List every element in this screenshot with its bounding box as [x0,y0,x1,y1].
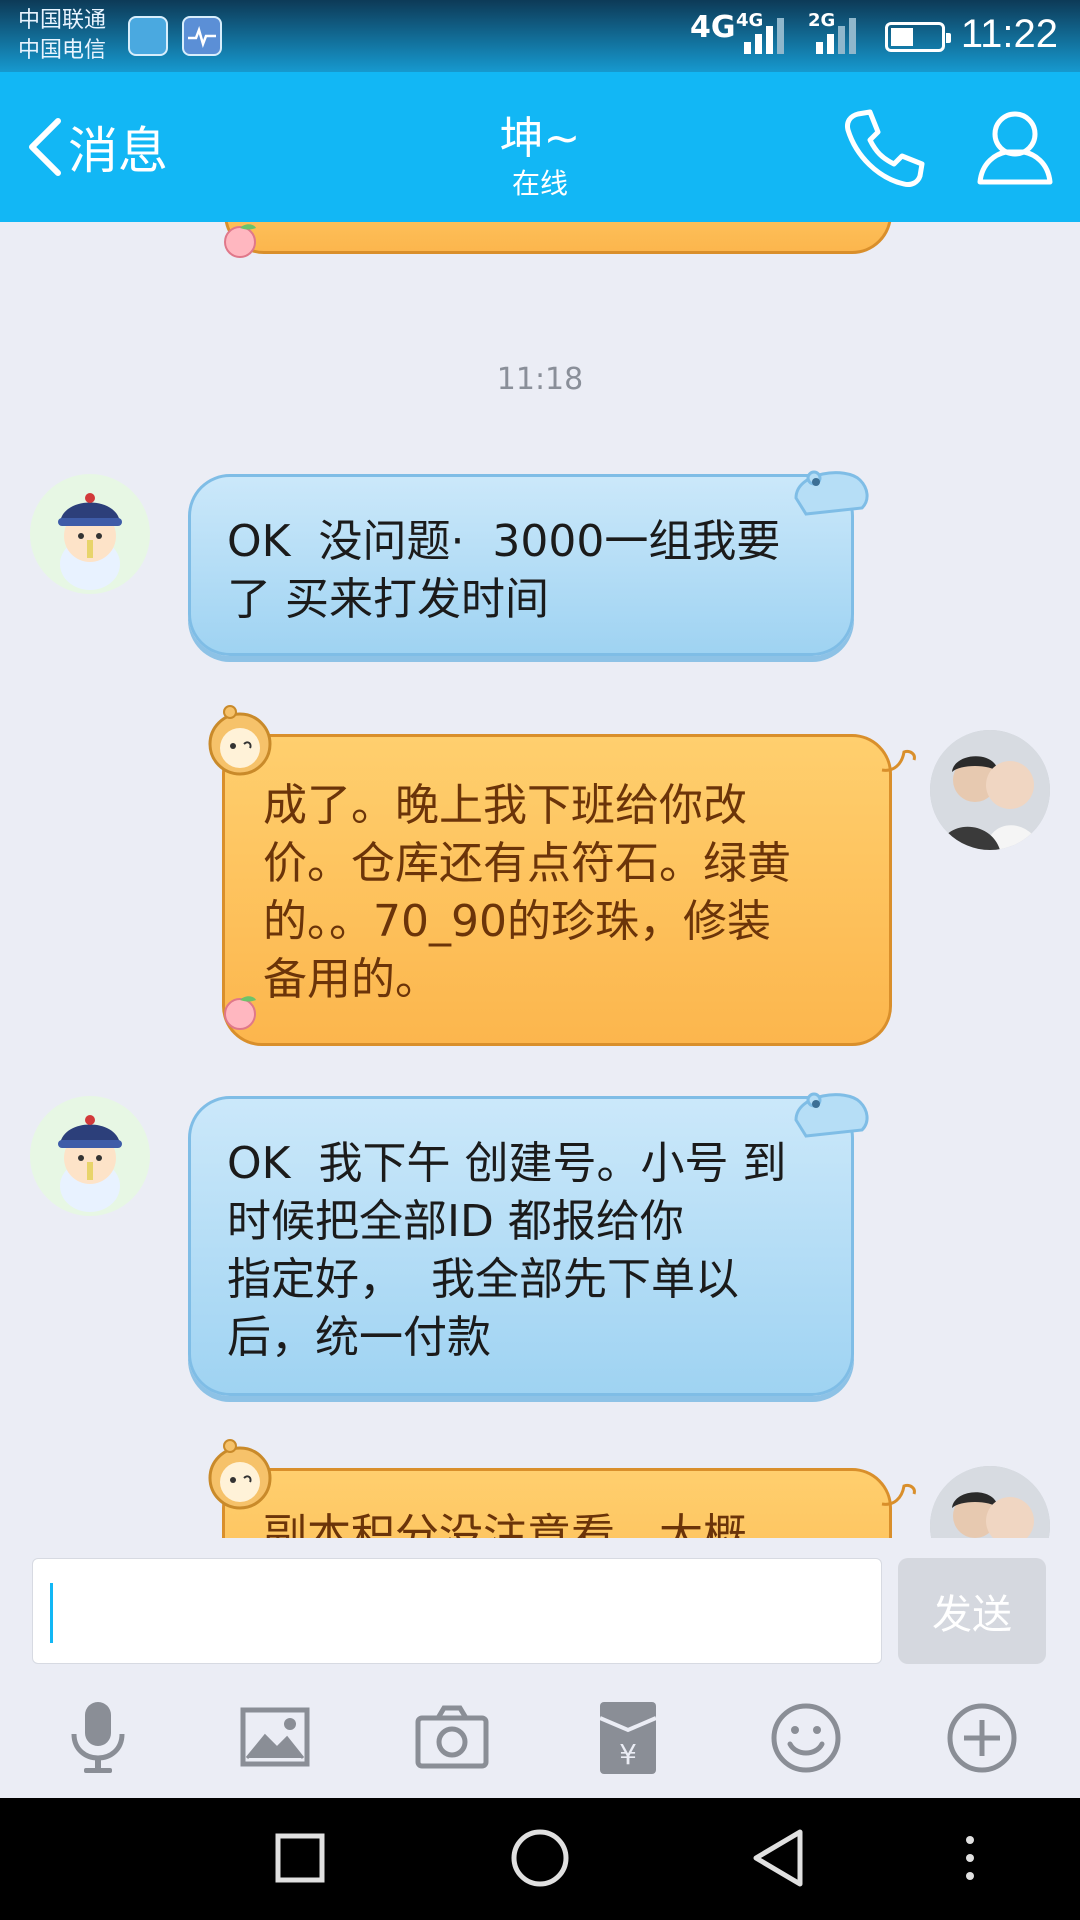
image-icon [240,1707,310,1767]
monkey-sticker-icon [208,705,272,776]
message-input[interactable] [32,1558,882,1664]
signal-strength-icon-2 [816,18,856,54]
contact-avatar[interactable] [30,474,150,594]
profile-button[interactable] [972,102,1058,192]
message-bubble-mine[interactable]: 成了。晚上我下班给你改 价。仓库还有点符石。绿黄 的。。70_90的珍珠，修装 … [222,734,892,1046]
phone-icon [845,109,925,187]
red-packet-button[interactable]: ¥ [588,1698,668,1778]
voice-button[interactable] [58,1698,138,1778]
svg-text:¥: ¥ [619,1738,637,1771]
peach-sticker-icon [224,224,256,258]
square-icon [275,1833,325,1883]
message-bubble-peer[interactable]: OK 没问题· 3000一组我要 了 买来打发时间 [188,474,854,656]
contact-avatar[interactable] [30,1096,150,1216]
chat-header: 消息 坤~ 在线 [0,72,1080,222]
cartoon-avatar-icon [58,493,122,590]
signal-strength-icon [744,18,784,54]
circle-icon [511,1829,569,1887]
health-app-icon [182,16,222,56]
gallery-button[interactable] [235,1698,315,1778]
my-avatar[interactable] [930,730,1050,850]
call-button[interactable] [838,102,928,192]
triangle-back-icon [753,1829,803,1887]
emoji-button[interactable] [766,1698,846,1778]
notification-app-icon [128,16,168,56]
recents-button[interactable] [260,1818,340,1898]
message-text: 成了。晚上我下班给你改 价。仓库还有点符石。绿黄 的。。70_90的珍珠，修装 … [263,780,791,1005]
peach-sticker-icon [224,996,256,1030]
message-text: 副本积分没注意看。大概 [263,1510,747,1538]
bubble-decoration-icon [794,470,869,516]
cartoon-avatar-icon [58,1115,122,1212]
chat-area[interactable]: 11:18 OK 没问题· 3000一组我要 了 买来打发时间 成了。晚上我下班… [0,222,1080,1538]
camera-icon [415,1705,489,1769]
send-button[interactable]: 发送 [898,1558,1046,1664]
red-packet-icon: ¥ [599,1702,657,1774]
input-bar: 发送 ¥ [0,1538,1080,1798]
more-button[interactable] [942,1698,1022,1778]
my-avatar[interactable] [930,1466,1050,1538]
camera-button[interactable] [412,1698,492,1778]
navigation-bar [0,1798,1080,1920]
message-bubble-partial[interactable] [224,222,892,254]
microphone-icon [71,1702,125,1773]
clock: 11:22 [960,12,1058,56]
home-button[interactable] [500,1818,580,1898]
bubble-decoration-icon [794,1092,869,1138]
carrier-name-1: 中国联通 [18,8,107,33]
user-icon [977,111,1053,185]
message-text: OK 我下午 创建号。小号 到 时候把全部ID 都报给你 指定好， 我全部先下单… [227,1138,787,1363]
message-text: OK 没问题· 3000一组我要 了 买来打发时间 [227,516,781,625]
menu-button[interactable] [950,1818,990,1898]
battery-icon [885,22,951,52]
more-vertical-icon [966,1836,974,1880]
photo-avatar-icon [930,730,1050,850]
bubble-tail-icon [881,750,916,772]
status-bar: 中国联通 中国电信 4G 4G 2G 11:22 [0,0,1080,72]
bubble-tail-icon [881,1484,916,1506]
carrier-name-2: 中国电信 [18,38,107,63]
monkey-sticker-icon [208,1439,272,1510]
network-type-1: 4G [690,10,736,45]
photo-avatar-icon [930,1466,1050,1538]
emoji-icon [771,1703,841,1773]
message-bubble-peer[interactable]: OK 我下午 创建号。小号 到 时候把全部ID 都报给你 指定好， 我全部先下单… [188,1096,854,1396]
message-bubble-mine[interactable]: 副本积分没注意看。大概 [222,1468,892,1538]
plus-icon [947,1703,1017,1773]
text-cursor [50,1583,53,1643]
back-nav-button[interactable] [740,1818,820,1898]
message-timestamp: 11:18 [496,362,584,397]
